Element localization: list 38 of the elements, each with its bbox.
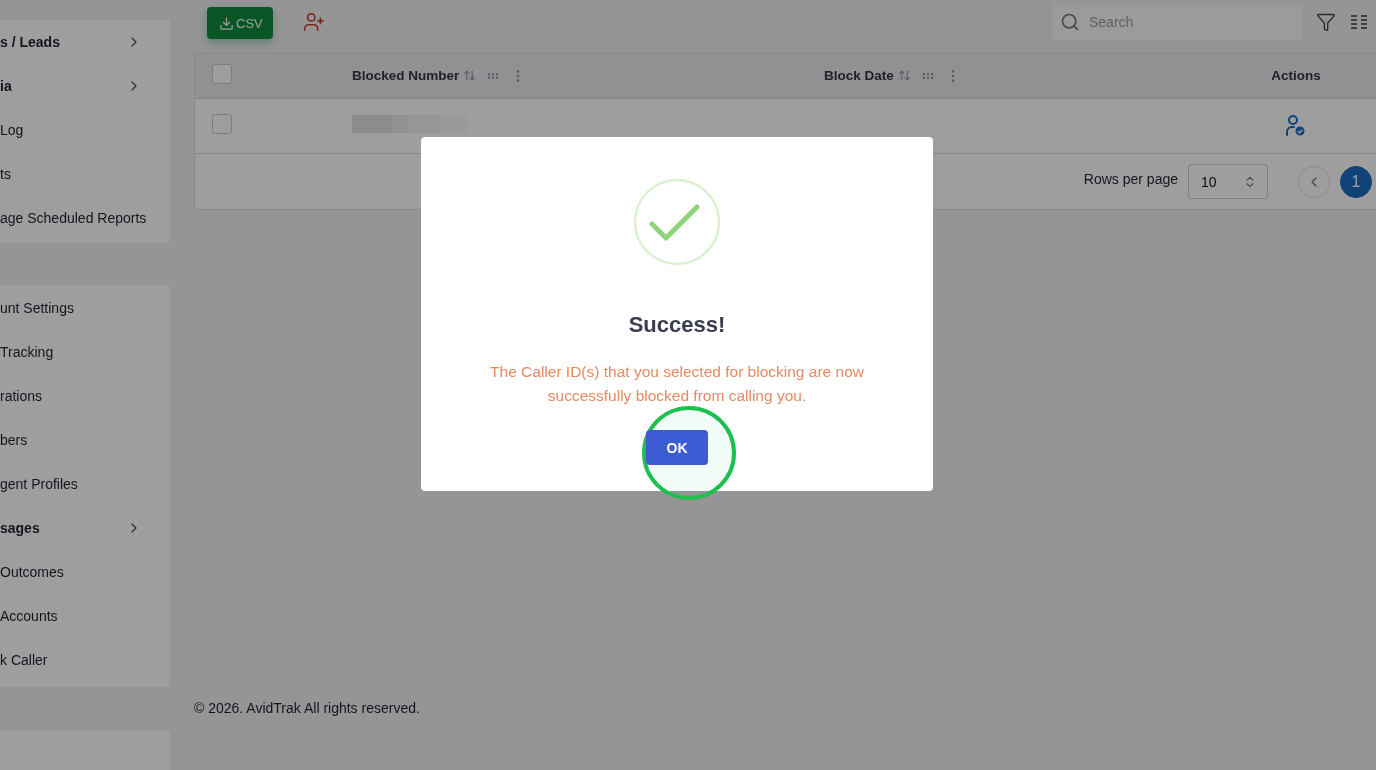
dialog-title: Success!	[628, 312, 726, 338]
dialog-message: The Caller ID(s) that you selected for blocking are now successfully blocked from calling you.	[489, 362, 865, 406]
page-button[interactable]: 1	[1340, 165, 1372, 198]
add-user-icon[interactable]	[302, 11, 325, 33]
search-field[interactable]: Search	[1052, 4, 1302, 40]
sidebar-item[interactable]: sages	[0, 506, 170, 550]
sidebar-item[interactable]: unt Settings	[0, 286, 170, 330]
sidebar-item[interactable]: Log	[0, 108, 170, 152]
row-checkbox[interactable]	[212, 114, 232, 134]
sidebar-item[interactable]: rations	[0, 374, 170, 418]
sidebar-item[interactable]: k Caller	[0, 638, 170, 682]
copyright-text: © 2026. AvidTrak All rights reserved.	[194, 700, 420, 716]
rows-per-page-label: Rows per page	[1083, 170, 1178, 187]
sidebar-item[interactable]: ts	[0, 152, 170, 196]
previous-page-button[interactable]	[1298, 165, 1330, 198]
sidebar-item[interactable]: ia	[0, 64, 170, 108]
download-icon	[219, 15, 234, 31]
sidebar-item[interactable]: Tracking	[0, 330, 170, 374]
filter-icon[interactable]	[1316, 12, 1336, 32]
sidebar-item[interactable]: gent Profiles	[0, 462, 170, 506]
sidebar-item[interactable]: age Scheduled Reports	[0, 196, 170, 240]
column-header[interactable]: Block Date	[824, 68, 894, 83]
search-icon	[1060, 11, 1080, 32]
sidebar-item[interactable]: Accounts	[0, 594, 170, 638]
sidebar-item[interactable]: bers	[0, 418, 170, 462]
ok-button[interactable]: OK	[646, 430, 708, 465]
sidebar-item[interactable]: s / Leads	[0, 20, 170, 64]
sort-icon[interactable]	[897, 69, 911, 82]
select-all-checkbox[interactable]	[212, 63, 232, 84]
sidebar-item[interactable]: Outcomes	[0, 550, 170, 594]
column-header[interactable]: Blocked Number	[352, 68, 460, 83]
success-check-icon	[633, 178, 721, 266]
rows-per-page-select[interactable]: 10	[1188, 164, 1268, 199]
csv-export-button[interactable]: CSV	[207, 7, 273, 39]
user-block-icon[interactable]	[1285, 114, 1307, 138]
column-header: Actions	[1271, 68, 1321, 83]
columns-icon[interactable]	[1350, 14, 1368, 30]
sort-icon[interactable]	[463, 69, 477, 82]
